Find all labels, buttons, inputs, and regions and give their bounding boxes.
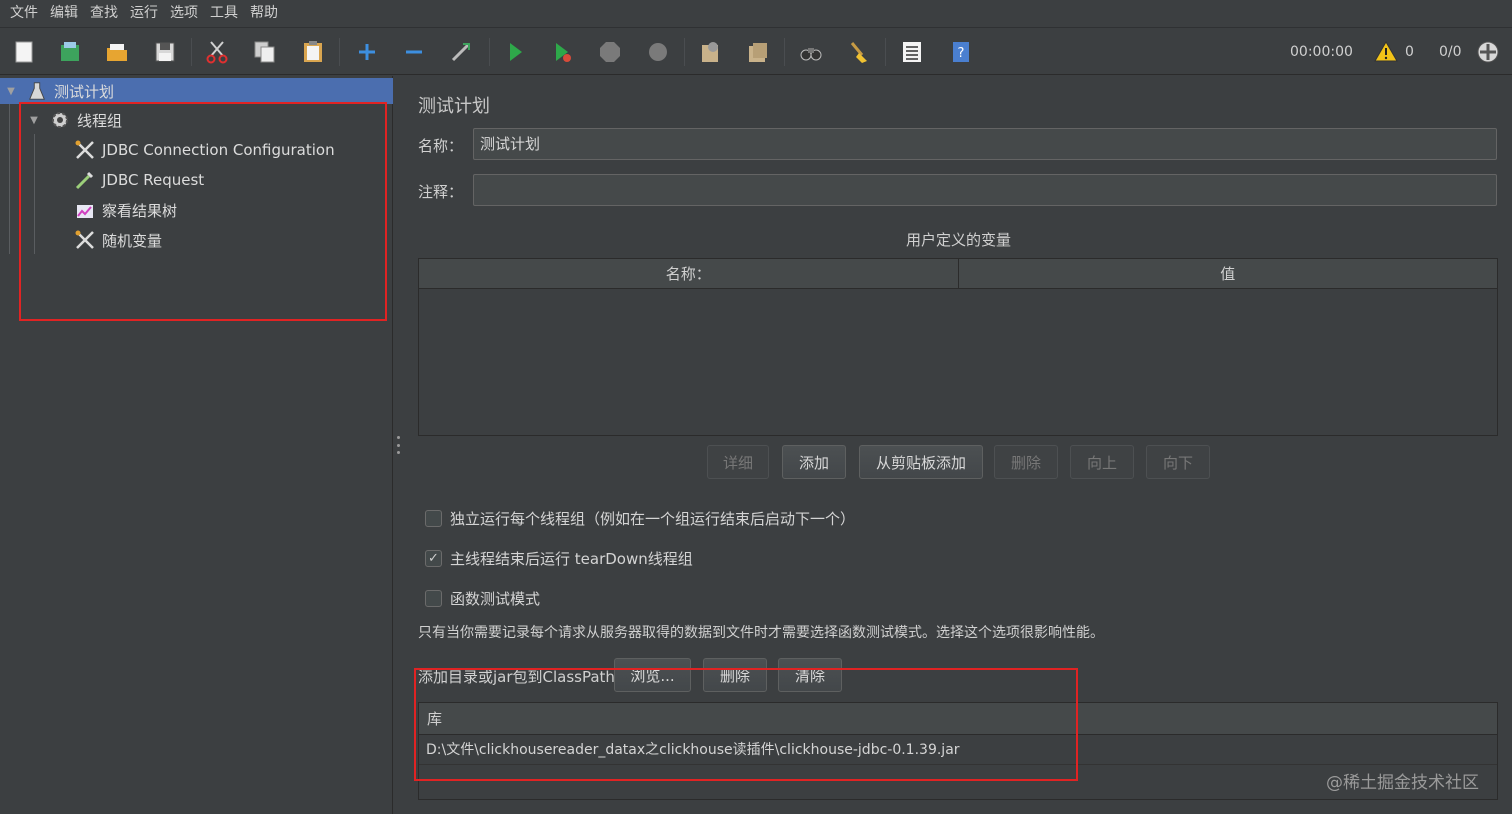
tree-item-label: 测试计划 bbox=[54, 82, 115, 101]
run-thread-groups-consecutively-option[interactable]: 独立运行每个线程组（例如在一个组运行结束后启动下一个） bbox=[425, 508, 855, 529]
checkbox[interactable] bbox=[425, 510, 442, 527]
collapse-icon[interactable] bbox=[398, 36, 430, 68]
functional-test-mode-option[interactable]: 函数测试模式 bbox=[425, 588, 540, 609]
elapsed-time: 00:00:00 bbox=[1290, 44, 1353, 60]
tree-item-label: JDBC Connection Configuration bbox=[102, 141, 335, 159]
run-teardown-option[interactable]: ✓ 主线程结束后运行 tearDown线程组 bbox=[425, 548, 693, 569]
comment-label: 注释： bbox=[418, 183, 464, 201]
menu-edit[interactable]: 编辑 bbox=[44, 0, 84, 26]
menu-file[interactable]: 文件 bbox=[4, 0, 44, 26]
checkbox-label: 独立运行每个线程组（例如在一个组运行结束后启动下一个） bbox=[450, 510, 856, 528]
checkbox-checked[interactable]: ✓ bbox=[425, 550, 442, 567]
menu-run[interactable]: 运行 bbox=[124, 0, 164, 26]
add-from-clipboard-button[interactable]: 从剪贴板添加 bbox=[859, 445, 983, 479]
paste-icon[interactable] bbox=[297, 36, 329, 68]
search-icon[interactable] bbox=[795, 36, 827, 68]
clear-icon[interactable] bbox=[694, 36, 726, 68]
add-button[interactable]: 添加 bbox=[782, 445, 846, 479]
column-header-value[interactable]: 值 bbox=[959, 259, 1498, 288]
chevron-down-icon[interactable]: ▼ bbox=[4, 84, 18, 98]
watermark: @稀土掘金技术社区 bbox=[1326, 773, 1479, 793]
classpath-clear-button[interactable]: 清除 bbox=[778, 658, 842, 692]
stop-icon[interactable] bbox=[594, 36, 626, 68]
cut-icon[interactable] bbox=[201, 36, 233, 68]
chevron-down-icon[interactable]: ▼ bbox=[27, 113, 41, 127]
clear-all-icon[interactable] bbox=[742, 36, 774, 68]
test-plan-icon bbox=[26, 80, 48, 102]
toolbar: ? 00:00:00 0 0/0 bbox=[0, 27, 1512, 75]
copy-icon[interactable] bbox=[249, 36, 281, 68]
tree-item-thread-group[interactable]: ▼ 线程组 bbox=[27, 107, 122, 133]
functional-mode-note: 只有当你需要记录每个请求从服务器取得的数据到文件时才需要选择函数测试模式。选择这… bbox=[418, 625, 1104, 641]
help-icon[interactable]: ? bbox=[945, 36, 977, 68]
tree-item-label: 线程组 bbox=[77, 111, 123, 130]
column-header-name[interactable]: 名称： bbox=[419, 259, 959, 288]
checkbox-label: 函数测试模式 bbox=[450, 590, 541, 608]
warning-icon[interactable] bbox=[1370, 36, 1402, 68]
classpath-delete-button[interactable]: 删除 bbox=[703, 658, 767, 692]
svg-text:?: ? bbox=[958, 46, 965, 61]
move-down-button[interactable]: 向下 bbox=[1146, 445, 1210, 479]
active-threads: 0/0 bbox=[1439, 44, 1462, 60]
pipette-icon bbox=[74, 169, 96, 191]
start-icon[interactable] bbox=[499, 36, 531, 68]
delete-button[interactable]: 删除 bbox=[994, 445, 1058, 479]
menu-options[interactable]: 选项 bbox=[164, 0, 204, 26]
splitter-handle[interactable] bbox=[396, 436, 400, 454]
tree-item-jdbc-request[interactable]: JDBC Request bbox=[74, 167, 204, 193]
comment-field[interactable] bbox=[473, 174, 1497, 206]
menu-search[interactable]: 查找 bbox=[84, 0, 124, 26]
column-header-library: 库 bbox=[419, 703, 1497, 735]
toggle-icon[interactable] bbox=[445, 36, 477, 68]
tools-icon bbox=[74, 229, 96, 251]
tree-item-label: 随机变量 bbox=[102, 231, 163, 250]
name-field[interactable]: 测试计划 bbox=[473, 128, 1497, 160]
start-no-pause-icon[interactable] bbox=[546, 36, 578, 68]
menu-bar: 文件 编辑 查找 运行 选项 工具 帮助 bbox=[0, 0, 1512, 26]
checkbox-label: 主线程结束后运行 tearDown线程组 bbox=[450, 550, 693, 568]
test-plan-tree: ▼ 测试计划 ▼ 线程组 JDBC Connection Configurati… bbox=[0, 76, 393, 814]
user-variables-title: 用户定义的变量 bbox=[905, 231, 1011, 249]
name-label: 名称： bbox=[418, 137, 464, 155]
checkbox[interactable] bbox=[425, 590, 442, 607]
menu-help[interactable]: 帮助 bbox=[244, 0, 284, 26]
tree-item-label: 察看结果树 bbox=[102, 201, 178, 220]
browse-button[interactable]: 浏览... bbox=[614, 658, 691, 692]
reset-search-icon[interactable] bbox=[843, 36, 875, 68]
test-plan-editor: 测试计划 名称： 测试计划 注释： 用户定义的变量 名称： 值 详细 添加 从剪… bbox=[405, 76, 1512, 814]
tools-icon bbox=[74, 139, 96, 161]
expand-icon[interactable] bbox=[351, 36, 383, 68]
tree-item-test-plan[interactable]: ▼ 测试计划 bbox=[0, 78, 393, 104]
menu-tools[interactable]: 工具 bbox=[204, 0, 244, 26]
detail-button[interactable]: 详细 bbox=[707, 445, 769, 479]
table-header: 名称： 值 bbox=[419, 259, 1497, 289]
save-icon[interactable] bbox=[149, 36, 181, 68]
warning-count: 0 bbox=[1405, 44, 1414, 60]
tree-item-jdbc-connection[interactable]: JDBC Connection Configuration bbox=[74, 137, 335, 163]
tree-item-label: JDBC Request bbox=[102, 171, 205, 189]
move-up-button[interactable]: 向上 bbox=[1070, 445, 1134, 479]
remote-icon[interactable] bbox=[1472, 36, 1504, 68]
gear-icon bbox=[49, 109, 71, 131]
open-icon[interactable] bbox=[101, 36, 133, 68]
new-icon[interactable] bbox=[8, 36, 40, 68]
classpath-label: 添加目录或jar包到ClassPath bbox=[418, 668, 615, 686]
tree-item-view-results-tree[interactable]: 察看结果树 bbox=[74, 197, 177, 223]
user-variables-table[interactable]: 名称： 值 bbox=[418, 258, 1498, 436]
tree-item-random-variable[interactable]: 随机变量 bbox=[74, 227, 162, 253]
chart-icon bbox=[74, 199, 96, 221]
shutdown-icon[interactable] bbox=[642, 36, 674, 68]
page-title: 测试计划 bbox=[418, 96, 490, 117]
function-helper-icon[interactable] bbox=[896, 36, 928, 68]
templates-icon[interactable] bbox=[54, 36, 86, 68]
table-row[interactable]: D:\文件\clickhousereader_datax之clickhouse读… bbox=[419, 735, 1497, 765]
